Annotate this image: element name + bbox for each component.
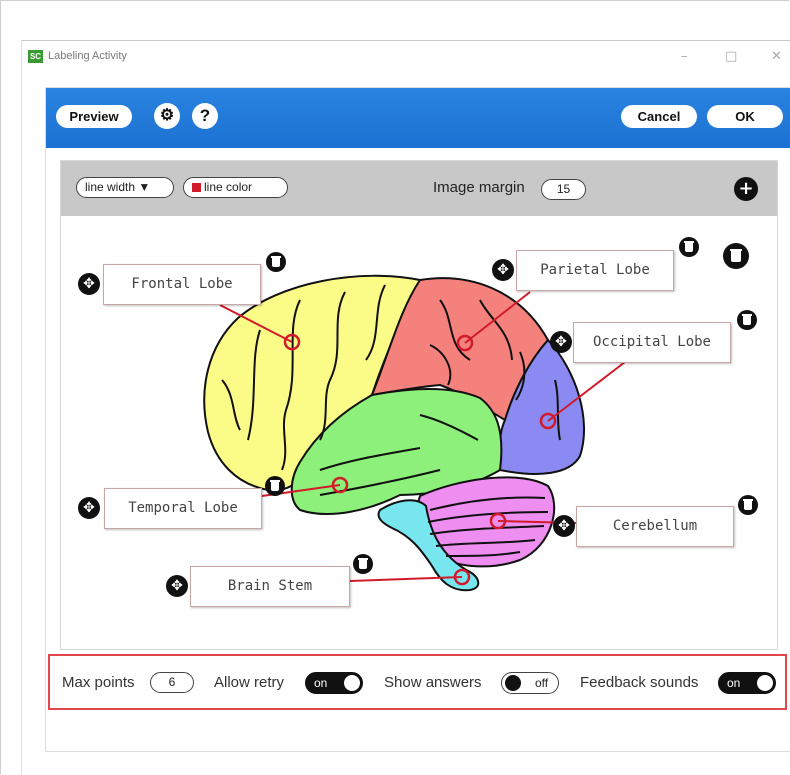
window-title: Labeling Activity (48, 50, 127, 62)
trash-icon[interactable] (266, 252, 286, 272)
line-color-button[interactable]: line color (183, 177, 288, 198)
line-color-label: line color (204, 180, 253, 194)
trash-icon[interactable] (737, 310, 757, 330)
toggle-state: on (727, 676, 741, 690)
allow-retry-toggle[interactable]: on (305, 672, 363, 694)
show-answers-toggle[interactable]: off (501, 672, 559, 694)
label-occipital-lobe[interactable]: Occipital Lobe (573, 322, 731, 363)
label-parietal-lobe[interactable]: Parietal Lobe (516, 250, 674, 291)
image-margin-label: Image margin (433, 179, 525, 196)
move-handle-icon[interactable]: ✥ (550, 331, 572, 353)
label-temporal-lobe[interactable]: Temporal Lobe (104, 488, 262, 529)
move-handle-icon[interactable]: ✥ (78, 273, 100, 295)
cancel-button[interactable]: Cancel (621, 105, 697, 128)
feedback-sounds-label: Feedback sounds (580, 674, 699, 691)
label-cerebellum[interactable]: Cerebellum (576, 506, 734, 547)
activity-settings: Max points 6 Allow retry on Show answers… (48, 654, 787, 710)
trash-icon[interactable] (353, 554, 373, 574)
label-editor: line width ▼ line color Image margin 15 … (60, 160, 778, 650)
trash-icon[interactable] (679, 237, 699, 257)
gear-icon: ⚙ (159, 107, 175, 124)
preview-button[interactable]: Preview (56, 105, 132, 128)
max-points-input[interactable]: 6 (150, 672, 194, 693)
dialog-header: Preview ⚙ ? Cancel OK (46, 88, 790, 148)
max-points-label: Max points (62, 674, 135, 691)
trash-icon[interactable] (723, 243, 749, 269)
toggle-knob (505, 675, 521, 691)
color-swatch (192, 183, 201, 192)
title-bar: SC Labeling Activity – □ ✕ (22, 41, 790, 73)
toggle-state: on (314, 676, 328, 690)
trash-icon[interactable] (265, 476, 285, 496)
feedback-sounds-toggle[interactable]: on (718, 672, 776, 694)
move-handle-icon[interactable]: ✥ (553, 515, 575, 537)
maximize-button[interactable]: □ (725, 49, 737, 64)
toggle-knob (757, 675, 773, 691)
help-button[interactable]: ? (192, 103, 218, 129)
ok-button[interactable]: OK (707, 105, 783, 128)
close-button[interactable]: ✕ (771, 49, 782, 64)
move-handle-icon[interactable]: ✥ (492, 259, 514, 281)
image-margin-input[interactable]: 15 (541, 179, 586, 200)
settings-button[interactable]: ⚙ (154, 103, 180, 129)
allow-retry-label: Allow retry (214, 674, 285, 691)
editor-toolbar: line width ▼ line color Image margin 15 … (61, 161, 777, 216)
label-frontal-lobe[interactable]: Frontal Lobe (103, 264, 261, 305)
app-icon: SC (28, 50, 43, 63)
show-answers-label: Show answers (384, 674, 482, 691)
add-label-button[interactable]: + (734, 177, 758, 201)
line-width-dropdown[interactable]: line width ▼ (76, 177, 174, 198)
move-handle-icon[interactable]: ✥ (166, 575, 188, 597)
label-brain-stem[interactable]: Brain Stem (190, 566, 350, 607)
toggle-state: off (535, 676, 549, 690)
move-handle-icon[interactable]: ✥ (78, 497, 100, 519)
toggle-knob (344, 675, 360, 691)
minimize-button[interactable]: – (681, 49, 688, 64)
trash-icon[interactable] (738, 495, 758, 515)
